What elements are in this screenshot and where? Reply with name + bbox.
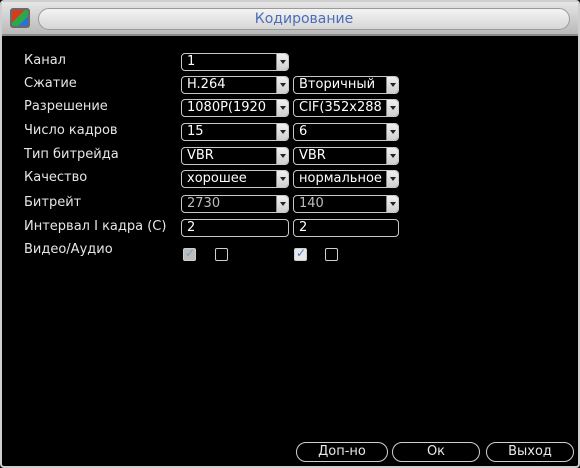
advanced-button[interactable]: Доп-но: [296, 442, 388, 462]
chevron-down-icon[interactable]: [276, 171, 288, 187]
main-video-checkbox[interactable]: [183, 246, 196, 261]
channel-select[interactable]: 1: [181, 53, 289, 71]
title-pill: Кодирование: [38, 8, 570, 30]
main-resolution-select[interactable]: 1080P(1920: [181, 99, 289, 117]
extra-bitrate-select: 140: [293, 195, 399, 213]
chevron-down-icon: [386, 196, 398, 212]
label-quality: Качество: [24, 170, 88, 185]
chevron-down-icon[interactable]: [386, 148, 398, 164]
label-compression: Сжатие: [24, 76, 77, 91]
chevron-down-icon: [276, 196, 288, 212]
dvr-logo-icon: [10, 8, 30, 28]
main-frame-rate-select[interactable]: 15: [181, 123, 289, 141]
chevron-down-icon[interactable]: [386, 124, 398, 140]
label-channel: Канал: [24, 53, 66, 68]
label-iframe-interval: Интервал I кадра (С): [24, 219, 167, 234]
chevron-down-icon[interactable]: [386, 77, 398, 93]
chevron-down-icon[interactable]: [276, 77, 288, 93]
main-bitrate-select: 2730: [181, 195, 289, 213]
label-resolution: Разрешение: [24, 99, 108, 114]
extra-bitrate-type-select[interactable]: VBR: [293, 147, 399, 165]
extra-audio-checkbox[interactable]: [325, 248, 338, 261]
label-bitrate-type: Тип битрейда: [24, 147, 119, 162]
chevron-down-icon[interactable]: [386, 171, 398, 187]
extra-video-checkbox[interactable]: [294, 246, 307, 261]
label-frame-rate: Число кадров: [24, 123, 118, 138]
chevron-down-icon[interactable]: [276, 124, 288, 140]
main-compression-select[interactable]: H.264: [181, 76, 289, 94]
chevron-down-icon[interactable]: [386, 100, 398, 116]
main-audio-checkbox[interactable]: [215, 248, 228, 261]
extra-frame-rate-select[interactable]: 6: [293, 123, 399, 141]
window-title: Кодирование: [254, 11, 354, 27]
main-bitrate-type-select[interactable]: VBR: [181, 147, 289, 165]
encoding-window: Кодирование Канал Сжатие Разрешение Числ…: [0, 0, 580, 468]
main-iframe-interval-input[interactable]: 2: [181, 219, 289, 237]
extra-resolution-select[interactable]: CIF(352x288: [293, 99, 399, 117]
chevron-down-icon[interactable]: [276, 148, 288, 164]
main-quality-select[interactable]: хорошее: [181, 170, 289, 188]
title-bar: Кодирование: [2, 2, 578, 36]
extra-iframe-interval-input[interactable]: 2: [293, 219, 399, 237]
chevron-down-icon[interactable]: [276, 54, 288, 70]
ok-button[interactable]: Ок: [392, 442, 480, 462]
extra-stream-select[interactable]: Вторичный: [293, 76, 399, 94]
extra-quality-select[interactable]: нормальное: [293, 170, 399, 188]
label-video-audio: Видео/Аудио: [24, 242, 113, 257]
exit-button[interactable]: Выход: [486, 442, 574, 462]
chevron-down-icon[interactable]: [276, 100, 288, 116]
label-bitrate: Битрейт: [24, 195, 82, 210]
